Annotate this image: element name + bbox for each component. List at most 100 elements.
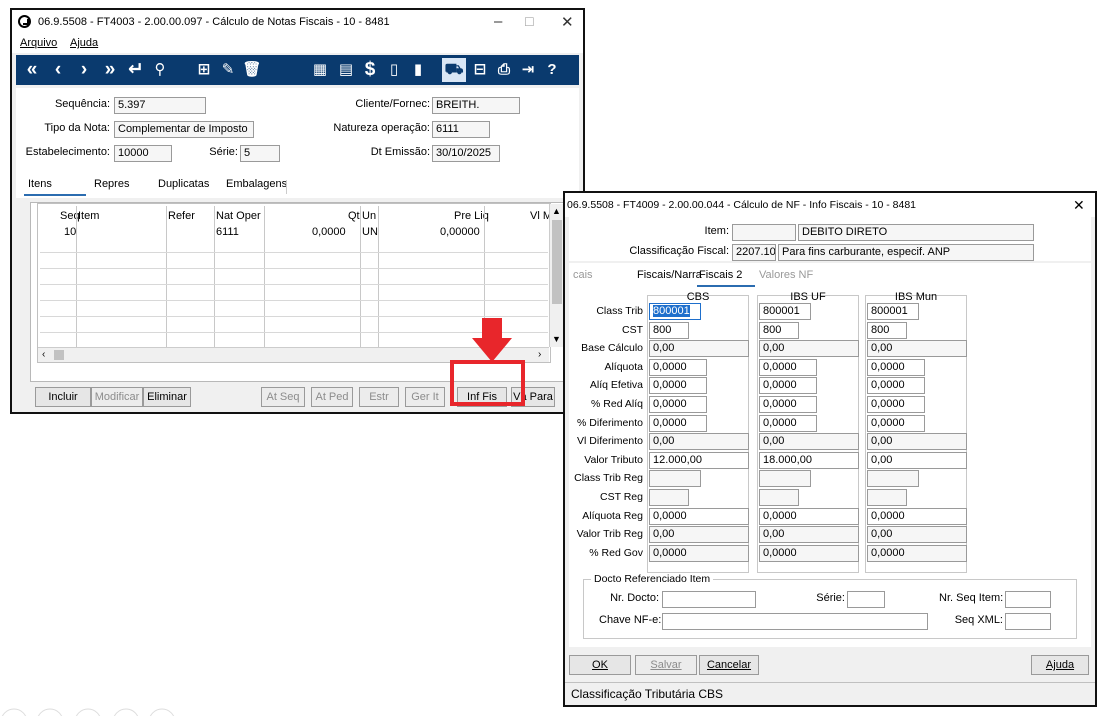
estabelecimento-field[interactable]: 10000 <box>114 145 172 162</box>
item-desc-field[interactable]: DEBITO DIRETO <box>798 224 1034 241</box>
vl-diferimento-cbs-field[interactable]: 0,00 <box>649 433 749 450</box>
close-button[interactable]: ✕ <box>1073 197 1085 214</box>
red-aliq-cbs-field[interactable]: 0,0000 <box>649 396 707 413</box>
grid-icon[interactable]: ⊟ <box>468 58 492 82</box>
diferimento-cbs-field[interactable]: 0,0000 <box>649 415 707 432</box>
at-ped-button[interactable]: At Ped <box>311 387 353 407</box>
diferimento-mun-field[interactable]: 0,0000 <box>867 415 925 432</box>
report-icon[interactable]: ▤ <box>334 58 358 82</box>
scroll-left-icon[interactable]: ‹ <box>42 349 45 360</box>
tipo-nota-field[interactable]: Complementar de Imposto <box>114 121 254 138</box>
nr-seq-item-field[interactable] <box>1005 591 1051 608</box>
valor-tributo-mun-field[interactable]: 0,00 <box>867 452 967 469</box>
row-qt[interactable]: 0,0000 <box>312 226 346 238</box>
incluir-button[interactable]: Incluir <box>35 387 91 407</box>
serie-field[interactable] <box>847 591 885 608</box>
book-icon[interactable]: ▯ <box>382 58 406 82</box>
document-icon[interactable]: ▮ <box>406 58 430 82</box>
menu-arquivo[interactable]: Arquivo <box>20 37 57 49</box>
tab-valores-nf[interactable]: Valores NF <box>759 269 813 281</box>
delete-icon[interactable]: 🗑 <box>240 58 264 82</box>
valor-tributo-cbs-field[interactable]: 12.000,00 <box>649 452 749 469</box>
prev-icon[interactable]: ‹ <box>46 58 70 82</box>
aliquota-reg-uf-field[interactable]: 0,0000 <box>759 508 859 525</box>
sequencia-field[interactable]: 5.397 <box>114 97 206 114</box>
class-trib-reg-mun-field[interactable] <box>867 470 919 487</box>
class-trib-reg-uf-field[interactable] <box>759 470 811 487</box>
cst-cbs-field[interactable]: 800 <box>649 322 689 339</box>
class-trib-mun-field[interactable]: 800001 <box>867 303 919 320</box>
next-icon[interactable]: › <box>72 58 96 82</box>
tab-duplicatas[interactable]: Duplicatas <box>158 178 209 190</box>
estr-button[interactable]: Estr <box>359 387 399 407</box>
red-gov-cbs-field[interactable]: 0,0000 <box>649 545 749 562</box>
red-gov-mun-field[interactable]: 0,0000 <box>867 545 967 562</box>
maximize-button[interactable]: ☐ <box>524 15 535 29</box>
dt-emissao-field[interactable]: 30/10/2025 <box>432 145 500 162</box>
red-aliq-uf-field[interactable]: 0,0000 <box>759 396 817 413</box>
cst-reg-mun-field[interactable] <box>867 489 907 506</box>
tab-itens[interactable]: Itens <box>28 178 52 190</box>
valor-trib-reg-cbs-field[interactable]: 0,00 <box>649 526 749 543</box>
eliminar-button[interactable]: Eliminar <box>143 387 191 407</box>
row-un[interactable]: UN <box>362 226 378 238</box>
row-nat-oper[interactable]: 6111 <box>216 226 239 238</box>
class-trib-reg-cbs-field[interactable] <box>649 470 701 487</box>
aliquota-reg-cbs-field[interactable]: 0,0000 <box>649 508 749 525</box>
vl-diferimento-mun-field[interactable]: 0,00 <box>867 433 967 450</box>
aliq-efetiva-cbs-field[interactable]: 0,0000 <box>649 377 707 394</box>
class-trib-uf-field[interactable]: 800001 <box>759 303 811 320</box>
help-icon[interactable]: ? <box>540 58 564 82</box>
salvar-button[interactable]: Salvar <box>635 655 697 675</box>
ger-it-button[interactable]: Ger It <box>405 387 445 407</box>
last-icon[interactable]: » <box>98 58 122 82</box>
nr-docto-field[interactable] <box>662 591 756 608</box>
aliq-efetiva-uf-field[interactable]: 0,0000 <box>759 377 817 394</box>
class-trib-cbs-field[interactable]: 800001 <box>649 303 701 320</box>
first-icon[interactable]: « <box>20 58 44 82</box>
diferimento-uf-field[interactable]: 0,0000 <box>759 415 817 432</box>
base-calculo-cbs-field[interactable]: 0,00 <box>649 340 749 357</box>
cliente-field[interactable]: BREITH. <box>432 97 520 114</box>
row-seq[interactable]: 10 <box>64 226 76 238</box>
aliquota-uf-field[interactable]: 0,0000 <box>759 359 817 376</box>
base-calculo-mun-field[interactable]: 0,00 <box>867 340 967 357</box>
cst-mun-field[interactable]: 800 <box>867 322 907 339</box>
tab-fiscais-narra[interactable]: Fiscais/Narra <box>637 269 702 281</box>
chave-nfe-field[interactable] <box>662 613 928 630</box>
red-aliq-mun-field[interactable]: 0,0000 <box>867 396 925 413</box>
valor-trib-reg-uf-field[interactable]: 0,00 <box>759 526 859 543</box>
return-icon[interactable]: ↵ <box>124 58 148 82</box>
menu-ajuda[interactable]: Ajuda <box>70 37 98 49</box>
cancelar-button[interactable]: Cancelar <box>699 655 759 675</box>
minimize-button[interactable]: – <box>494 13 502 30</box>
row-pre-liq[interactable]: 0,00000 <box>440 226 480 238</box>
edit-icon[interactable]: ✎ <box>216 58 240 82</box>
cst-reg-uf-field[interactable] <box>759 489 799 506</box>
class-fiscal-desc-field[interactable]: Para fins carburante, especif. ANP <box>778 244 1034 261</box>
at-seq-button[interactable]: At Seq <box>261 387 305 407</box>
print-icon[interactable]: ⎙ <box>492 58 516 82</box>
aliquota-mun-field[interactable]: 0,0000 <box>867 359 925 376</box>
cst-uf-field[interactable]: 800 <box>759 322 799 339</box>
aliquota-reg-mun-field[interactable]: 0,0000 <box>867 508 967 525</box>
new-icon[interactable]: ⊞ <box>192 58 216 82</box>
close-button[interactable]: ✕ <box>561 13 574 31</box>
natureza-field[interactable]: 6111 <box>432 121 490 138</box>
exit-icon[interactable]: ⇥ <box>516 58 540 82</box>
vertical-scrollbar[interactable]: ▲ ▼ <box>549 204 564 347</box>
tab-fiscais[interactable]: cais <box>573 269 593 281</box>
ajuda-button[interactable]: Ajuda <box>1031 655 1089 675</box>
scroll-down-icon[interactable]: ▼ <box>552 334 561 344</box>
base-calculo-uf-field[interactable]: 0,00 <box>759 340 859 357</box>
cst-reg-cbs-field[interactable] <box>649 489 689 506</box>
dollar-icon[interactable]: $ <box>358 58 382 82</box>
valor-trib-reg-mun-field[interactable]: 0,00 <box>867 526 967 543</box>
tab-fiscais-2[interactable]: Fiscais 2 <box>699 269 742 281</box>
scroll-thumb[interactable] <box>552 220 562 304</box>
valor-tributo-uf-field[interactable]: 18.000,00 <box>759 452 859 469</box>
class-fiscal-field[interactable]: 2207.10.90 <box>732 244 776 261</box>
serie-field[interactable]: 5 <box>240 145 280 162</box>
calculator-icon[interactable]: ▦ <box>308 58 332 82</box>
scroll-right-icon[interactable]: › <box>538 349 541 360</box>
